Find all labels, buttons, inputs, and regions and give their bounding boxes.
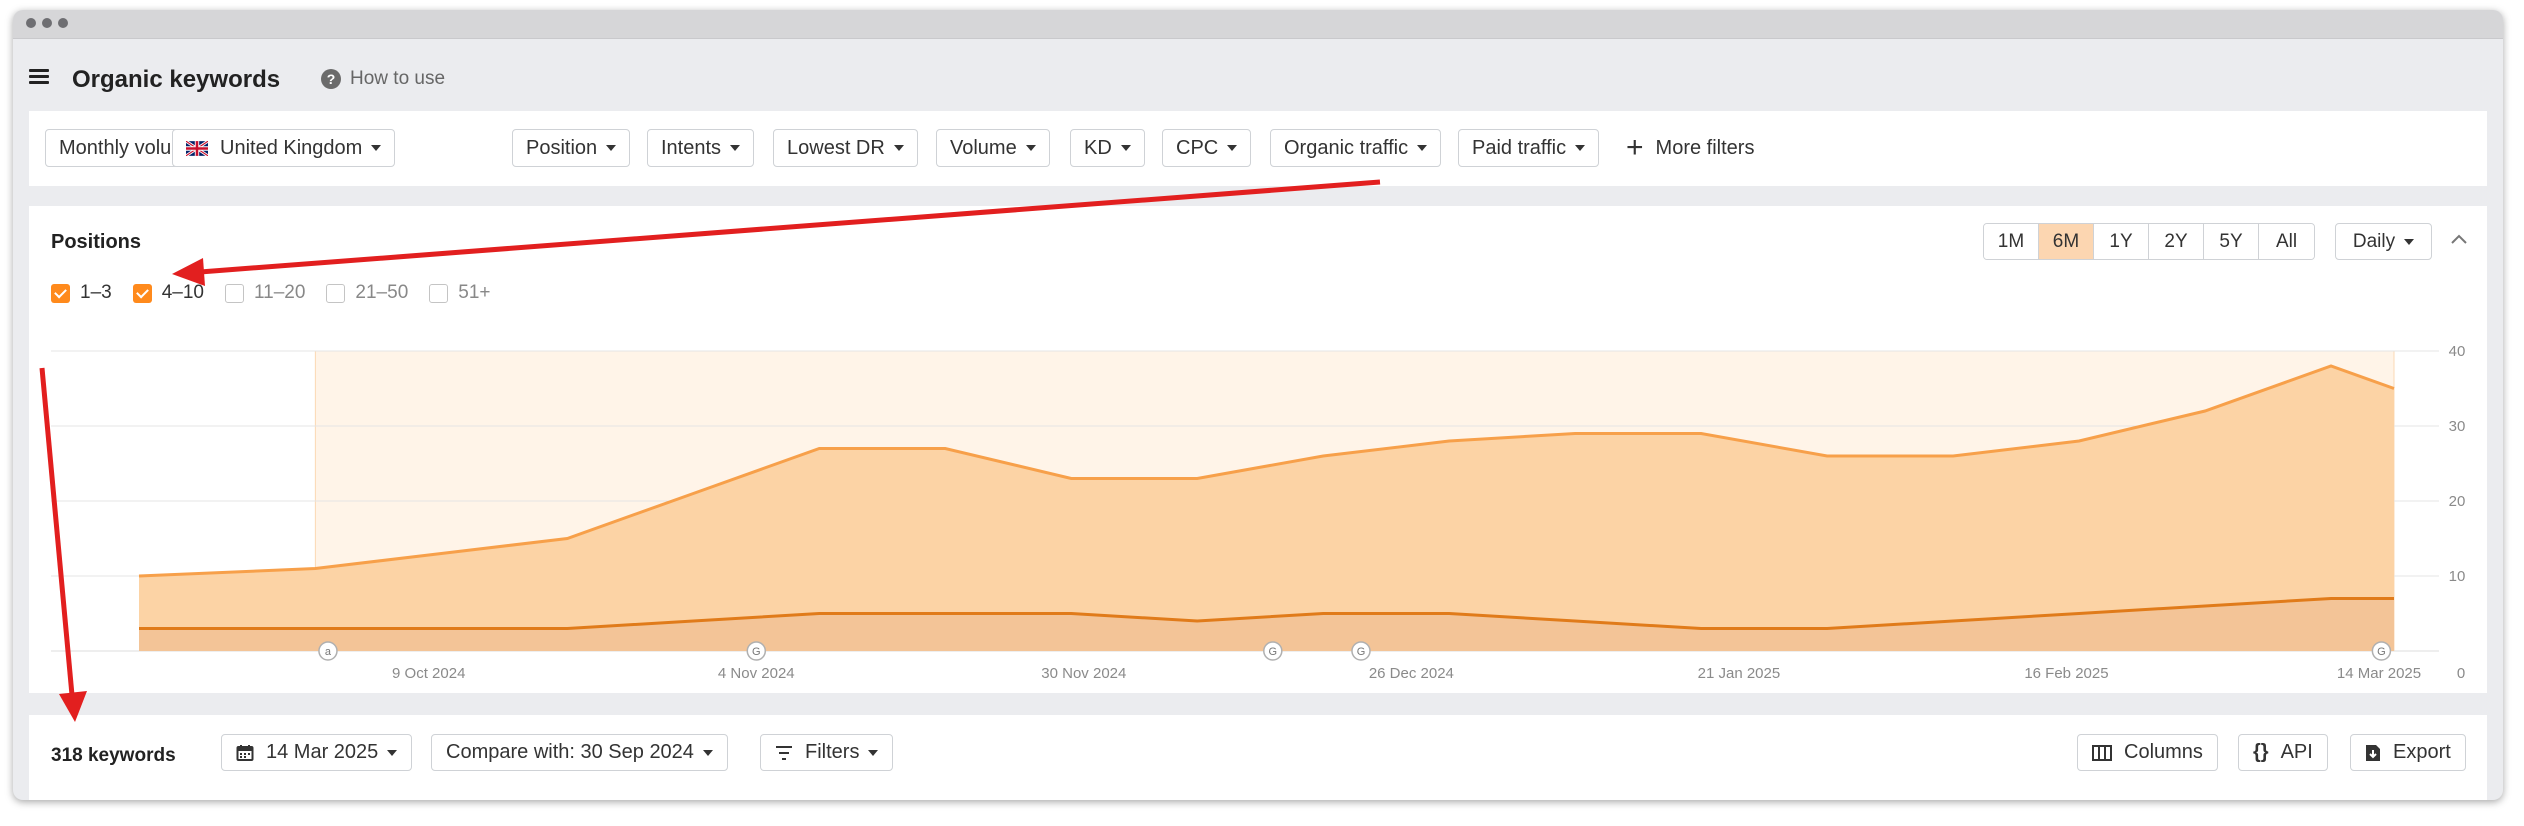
red-arrow-to-keyword-count-icon: [39, 367, 87, 722]
red-arrow-to-legend-icon: [172, 179, 1381, 286]
annotation-overlay: [39, 179, 1381, 722]
